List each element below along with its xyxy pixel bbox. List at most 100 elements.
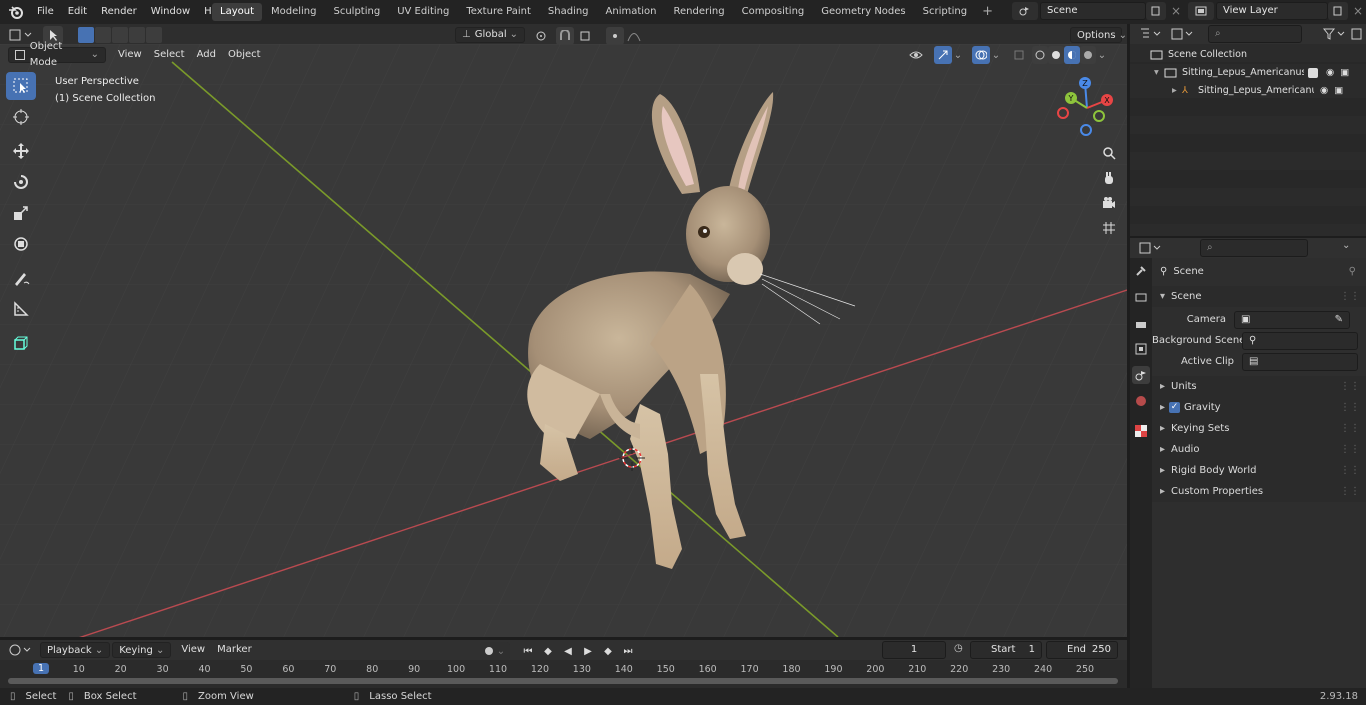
- gizmo-neg-z[interactable]: [1080, 124, 1092, 136]
- mode-dropdown[interactable]: Object Mode ⌄: [8, 41, 106, 68]
- exclude-checkbox[interactable]: [1308, 68, 1318, 78]
- view-layer-field[interactable]: View Layer: [1216, 2, 1328, 20]
- background-scene-field[interactable]: ⚲: [1242, 331, 1358, 350]
- world-tab-icon[interactable]: [1132, 392, 1150, 410]
- properties-editor-type[interactable]: [1138, 240, 1164, 259]
- rigid-body-world-panel-header[interactable]: ▸ Rigid Body World ⋮⋮: [1152, 460, 1366, 481]
- start-frame-field[interactable]: Start 1: [970, 641, 1042, 659]
- timeline-area[interactable]: 1 10 20 30 40 50 60 70 80 90 100 110 120 130 140 150 160…: [0, 660, 1127, 688]
- move-tool-icon[interactable]: [6, 137, 36, 165]
- rendered-shading-icon[interactable]: [1080, 46, 1096, 64]
- camera-field[interactable]: ▣ ✎: [1234, 310, 1350, 329]
- chevron-down-icon[interactable]: ⌄: [1342, 240, 1350, 251]
- transform-tool-icon[interactable]: [6, 230, 36, 258]
- camera-icon[interactable]: ▣: [1334, 82, 1343, 100]
- scene-tab-icon[interactable]: [1132, 366, 1150, 384]
- pivot-point-icon[interactable]: [530, 27, 556, 45]
- expand-arrow-icon[interactable]: ▸: [1172, 82, 1182, 100]
- pin-icon[interactable]: ⚲: [1349, 258, 1356, 286]
- active-clip-field[interactable]: ▤: [1242, 352, 1358, 371]
- eye-icon[interactable]: ◉: [1326, 64, 1334, 82]
- stopwatch-icon[interactable]: ◷: [954, 643, 963, 654]
- drag-handle-icon[interactable]: ⋮⋮: [1340, 376, 1360, 397]
- gravity-checkbox[interactable]: ✓: [1169, 402, 1181, 413]
- chevron-down-icon[interactable]: ⌄: [952, 46, 964, 64]
- material-shading-icon[interactable]: [1064, 46, 1080, 64]
- snap-toggle-icon[interactable]: [556, 27, 574, 45]
- tool-tab-icon[interactable]: [1132, 262, 1150, 280]
- delete-scene-icon[interactable]: ×: [1166, 2, 1186, 20]
- output-tab-icon[interactable]: [1132, 314, 1150, 332]
- tab-texture-paint[interactable]: Texture Paint: [458, 3, 539, 21]
- timeline-menu-view[interactable]: View: [175, 642, 211, 658]
- new-view-layer-icon[interactable]: [1328, 2, 1348, 20]
- select-box-tool-icon[interactable]: [6, 72, 36, 100]
- current-frame-marker[interactable]: 1: [32, 663, 50, 674]
- scene-icon[interactable]: [1012, 2, 1038, 20]
- xray-toggle-icon[interactable]: [1010, 46, 1028, 64]
- new-scene-icon[interactable]: [1146, 2, 1166, 20]
- delete-view-layer-icon[interactable]: ×: [1348, 2, 1366, 20]
- select-intersect-icon[interactable]: [146, 27, 162, 43]
- drag-handle-icon[interactable]: ⋮⋮: [1340, 286, 1360, 307]
- tab-sculpting[interactable]: Sculpting: [326, 3, 389, 21]
- record-icon[interactable]: ⌄: [480, 642, 510, 660]
- select-invert-icon[interactable]: [129, 27, 145, 43]
- drag-handle-icon[interactable]: ⋮⋮: [1340, 418, 1360, 439]
- 3d-viewport[interactable]: User Perspective (1) Scene Collection Z …: [0, 44, 1127, 637]
- frame-ruler[interactable]: 1 10 20 30 40 50 60 70 80 90 100 110 120 130 140 150 160…: [0, 660, 1127, 676]
- menu-render[interactable]: Render: [94, 0, 144, 24]
- navigation-gizmo[interactable]: Z X Y: [1055, 74, 1121, 140]
- scene-panel-header[interactable]: ▾ Scene ⋮⋮: [1152, 286, 1366, 307]
- gravity-panel-header[interactable]: ▸ ✓ Gravity ⋮⋮: [1152, 397, 1366, 418]
- overlay-toggle-icon[interactable]: [972, 46, 990, 64]
- keying-sets-panel-header[interactable]: ▸ Keying Sets ⋮⋮: [1152, 418, 1366, 439]
- menu-window[interactable]: Window: [144, 0, 197, 24]
- rotate-tool-icon[interactable]: [6, 168, 36, 196]
- viewport-menu-object[interactable]: Object: [222, 47, 267, 63]
- prev-keyframe-icon[interactable]: ◆: [538, 642, 558, 660]
- visibility-icon[interactable]: [902, 46, 930, 64]
- tab-layout[interactable]: Layout: [212, 3, 262, 21]
- viewport-menu-view[interactable]: View: [112, 47, 148, 63]
- menu-edit[interactable]: Edit: [61, 0, 94, 24]
- add-workspace-button[interactable]: +: [976, 3, 999, 21]
- eyedropper-icon[interactable]: ✎: [1335, 312, 1343, 328]
- annotate-tool-icon[interactable]: [6, 264, 36, 292]
- viewport-menu-select[interactable]: Select: [148, 47, 191, 63]
- ortho-grid-icon[interactable]: [1098, 217, 1120, 239]
- tab-compositing[interactable]: Compositing: [734, 3, 813, 21]
- camera-view-icon[interactable]: [1098, 192, 1120, 214]
- timeline-editor-type[interactable]: [8, 642, 34, 661]
- outliner-row-collection[interactable]: ▾ Sitting_Lepus_Americanus ◉ ▣: [1130, 64, 1366, 82]
- chevron-down-icon[interactable]: ⌄: [990, 46, 1002, 64]
- next-keyframe-icon[interactable]: ◆: [598, 642, 618, 660]
- drag-handle-icon[interactable]: ⋮⋮: [1340, 481, 1360, 502]
- tab-modeling[interactable]: Modeling: [263, 3, 325, 21]
- chevron-down-icon[interactable]: ⌄: [1096, 46, 1108, 64]
- new-collection-icon[interactable]: [1350, 26, 1364, 45]
- collapse-arrow-icon[interactable]: ▾: [1154, 64, 1164, 82]
- timeline-menu-marker[interactable]: Marker: [211, 642, 258, 658]
- eye-icon[interactable]: ◉: [1320, 82, 1328, 100]
- properties-search-input[interactable]: ⌕: [1200, 239, 1308, 257]
- drag-handle-icon[interactable]: ⋮⋮: [1340, 460, 1360, 481]
- playback-dropdown[interactable]: Playback ⌄: [40, 642, 111, 658]
- outliner-editor-type[interactable]: [1138, 26, 1164, 42]
- measure-tool-icon[interactable]: [6, 295, 36, 323]
- filter-icon[interactable]: [1322, 26, 1348, 45]
- custom-properties-panel-header[interactable]: ▸ Custom Properties ⋮⋮: [1152, 481, 1366, 502]
- units-panel-header[interactable]: ▸ Units ⋮⋮: [1152, 376, 1366, 397]
- outliner-row-scene-collection[interactable]: Scene Collection: [1130, 46, 1366, 64]
- outliner-search-input[interactable]: ⌕: [1208, 25, 1302, 43]
- display-mode-icon[interactable]: [1170, 26, 1196, 45]
- gizmo-neg-y[interactable]: [1093, 110, 1105, 122]
- tab-shading[interactable]: Shading: [540, 3, 597, 21]
- snap-target-icon[interactable]: [574, 27, 600, 45]
- drag-handle-icon[interactable]: ⋮⋮: [1340, 397, 1360, 418]
- tab-animation[interactable]: Animation: [598, 3, 665, 21]
- gizmo-toggle-icon[interactable]: [934, 46, 952, 64]
- outliner-row-object[interactable]: ▸ ⅄ Sitting_Lepus_Americanu ◉ ▣: [1130, 82, 1366, 100]
- cursor-tool-icon[interactable]: [6, 103, 36, 131]
- jump-start-icon[interactable]: ⏮: [518, 642, 538, 660]
